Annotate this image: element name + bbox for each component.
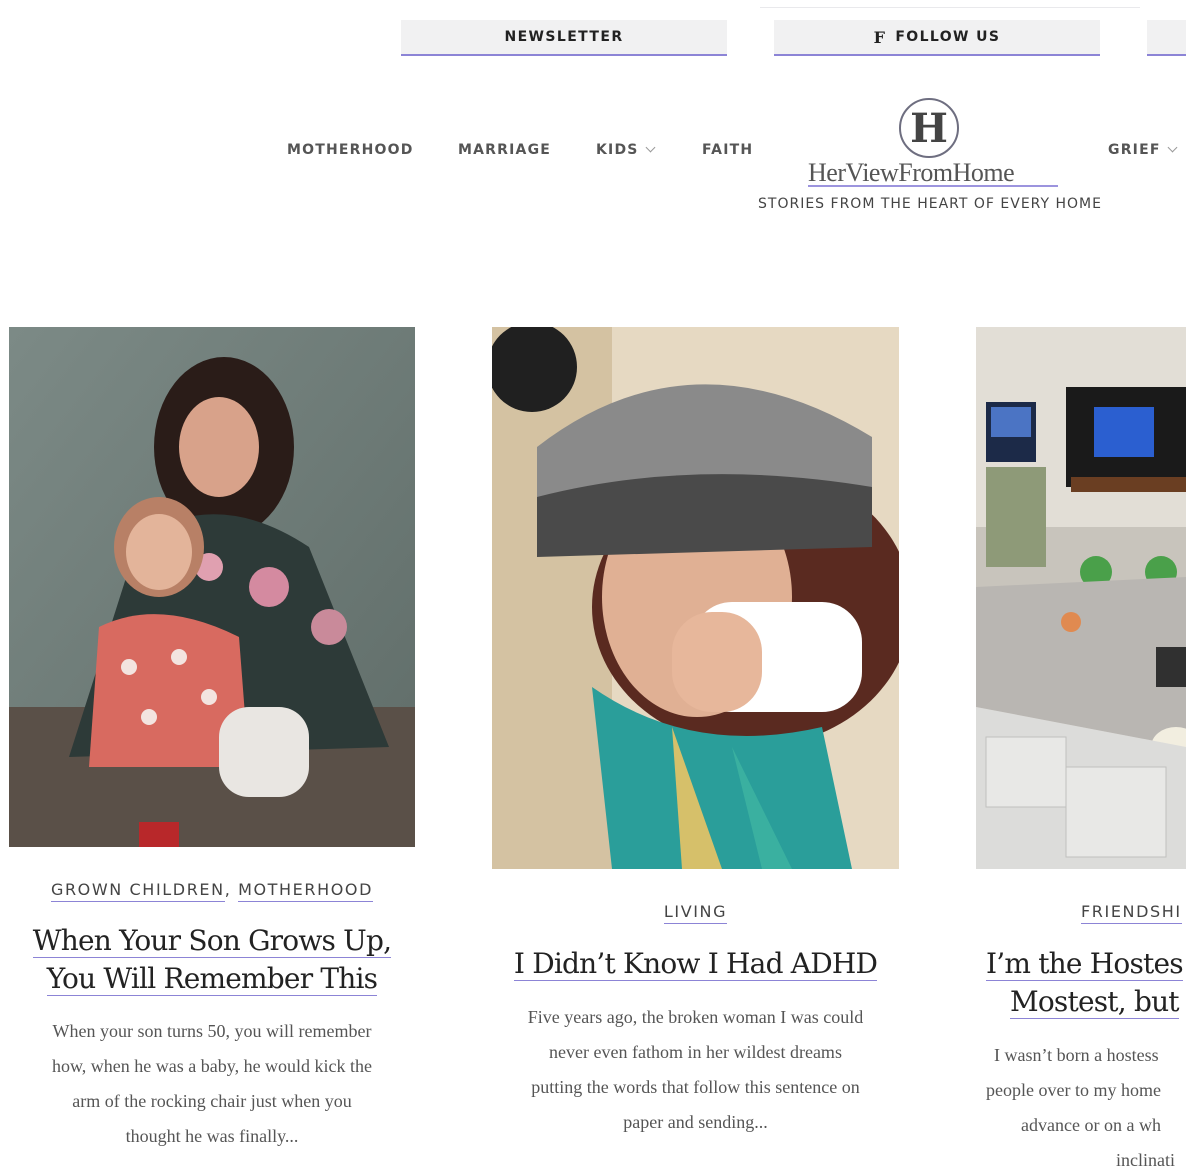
nav-item-faith[interactable]: FAITH [702, 142, 753, 158]
card-image-mother-son[interactable] [9, 327, 415, 847]
nav-item-label: MOTHERHOOD [287, 142, 414, 158]
card-title-line[interactable]: Mostest, but [1010, 985, 1180, 1019]
chevron-down-icon [1167, 142, 1178, 153]
card-image-woman-coffee[interactable] [492, 327, 899, 869]
chevron-down-icon [645, 142, 656, 153]
card-categories: GROWN CHILDREN, MOTHERHOOD [9, 880, 415, 902]
site-tagline: STORIES FROM THE HEART OF EVERY HOME [758, 196, 1102, 212]
card-image-kitchen[interactable] [976, 327, 1186, 869]
nav-item-kids[interactable]: KIDS [596, 142, 656, 158]
nav-item-label: KIDS [596, 142, 639, 158]
logo-underline [808, 185, 1058, 187]
logo-letter: H [910, 104, 948, 152]
card-categories: FRIENDSHI [1081, 902, 1182, 924]
category-link[interactable]: MOTHERHOOD [238, 880, 374, 902]
excerpt-line: paper and sending... [623, 1112, 768, 1132]
card-excerpt: Five years ago, the broken woman I was c… [492, 1000, 899, 1140]
category-link[interactable]: FRIENDSHI [1081, 902, 1182, 924]
nav-item-motherhood[interactable]: MOTHERHOOD [287, 142, 414, 158]
newsletter-label: NEWSLETTER [504, 29, 624, 45]
nav-item-label: GRIEF [1108, 142, 1161, 158]
card-title-line[interactable]: You Will Remember This [46, 962, 378, 996]
follow-us-label: FOLLOW US [895, 29, 1001, 45]
excerpt-line: people over to my home [986, 1080, 1161, 1100]
excerpt-line: When your son turns 50, you will remembe… [52, 1021, 372, 1041]
card-title[interactable]: I’m the Hostes Mostest, but [986, 945, 1186, 1021]
excerpt-line: arm of the rocking chair just when you [72, 1091, 352, 1111]
excerpt-line: Five years ago, the broken woman I was c… [527, 1007, 864, 1027]
excerpt-line: advance or on a wh [1021, 1115, 1161, 1135]
excerpt-line: inclinati [1116, 1150, 1175, 1168]
card-title[interactable]: When Your Son Grows Up, You Will Remembe… [9, 922, 415, 998]
card-title-line[interactable]: I’m the Hostes [986, 947, 1184, 981]
newsletter-button[interactable]: NEWSLETTER [401, 20, 727, 56]
excerpt-line: putting the words that follow this sente… [531, 1077, 860, 1097]
excerpt-line: thought he was finally... [125, 1126, 299, 1146]
top-button-partial[interactable] [1147, 20, 1186, 56]
nav-item-grief[interactable]: GRIEF [1108, 142, 1178, 158]
excerpt-line: how, when he was a baby, he would kick t… [51, 1056, 373, 1076]
excerpt-line: I wasn’t born a hostess [994, 1045, 1159, 1065]
nav-item-marriage[interactable]: MARRIAGE [458, 142, 551, 158]
nav-item-label: FAITH [702, 142, 754, 158]
logo-name[interactable]: HerViewFromHome [808, 158, 1058, 188]
header-divider [760, 7, 1140, 8]
card-title-line[interactable]: When Your Son Grows Up, [32, 924, 392, 958]
category-link[interactable]: GROWN CHILDREN [50, 880, 225, 902]
logo-mark[interactable]: H [899, 98, 959, 158]
category-link[interactable]: LIVING [663, 902, 728, 924]
card-title-line[interactable]: I Didn’t Know I Had ADHD [513, 947, 878, 981]
card-title[interactable]: I Didn’t Know I Had ADHD [492, 945, 899, 983]
follow-us-button[interactable]: f FOLLOW US [774, 20, 1100, 56]
facebook-icon: f [873, 27, 887, 47]
card-categories: LIVING [492, 902, 899, 924]
card-text-clip: FRIENDSHI I’m the Hostes Mostest, but I … [976, 890, 1186, 1168]
excerpt-line: never even fathom in her wildest dreams [549, 1042, 842, 1062]
nav-item-label: MARRIAGE [458, 142, 552, 158]
card-excerpt: When your son turns 50, you will remembe… [9, 1014, 415, 1154]
card-excerpt: I wasn’t born a hostess people over to m… [986, 1038, 1186, 1168]
